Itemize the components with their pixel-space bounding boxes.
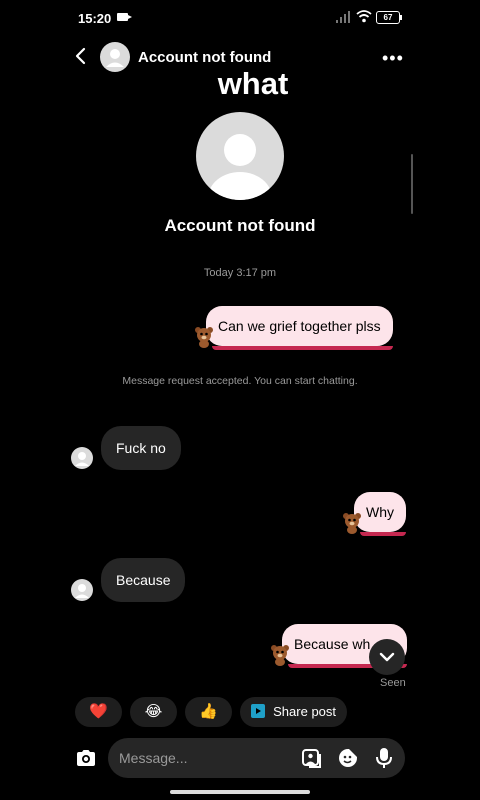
system-message: Message request accepted. You can start … [122,375,358,387]
scroll-to-bottom-button[interactable] [369,639,405,675]
heart-icon: ❤️ [89,703,108,720]
profile-avatar [196,112,284,200]
thumbs-up-icon: 👍 [199,703,218,720]
message-text: Fuck no [116,440,166,456]
message-composer[interactable]: Message... [108,738,405,778]
bear-sticker-icon [195,327,213,348]
laughing-emoji-icon: 😂 [144,703,163,720]
bear-sticker-icon [271,645,289,666]
video-recording-icon [117,13,132,21]
sender-avatar[interactable] [71,579,93,601]
battery-icon: 67 [376,11,402,24]
message-text: Because wh [294,636,371,652]
reaction-thumbs-up-button[interactable]: 👍 [185,697,232,727]
right-letterbox [420,0,480,800]
message-text: Can we grief together plss [218,318,381,334]
wifi-icon [356,10,372,23]
home-indicator[interactable] [170,790,310,794]
incoming-message[interactable]: Fuck no [101,426,181,470]
message-text: Because [116,572,171,588]
camera-icon[interactable] [75,748,97,768]
chevron-down-icon [379,652,395,662]
sender-avatar[interactable] [71,447,93,469]
reaction-heart-button[interactable]: ❤️ [75,697,122,727]
status-bar: 15:20 67 [60,0,420,34]
share-post-button[interactable]: Share post [240,697,347,727]
message-timestamp: Today 3:17 pm [203,267,277,279]
left-letterbox [0,0,60,800]
scrollbar[interactable] [411,154,413,214]
sticker-icon[interactable] [337,747,359,769]
reaction-laugh-button[interactable]: 😂 [130,697,177,727]
profile-name: Account not found [164,216,316,235]
signal-icon [336,11,350,23]
share-post-label: Share post [273,704,337,719]
microphone-icon[interactable] [373,747,395,769]
overlay-caption: what [217,66,289,101]
message-input-placeholder[interactable]: Message... [119,750,187,766]
back-arrow-icon[interactable] [72,46,90,66]
incoming-message[interactable]: Because [101,558,186,602]
seen-label: Seen [380,677,406,689]
header-title[interactable]: Account not found [138,49,271,66]
outgoing-message[interactable]: Can we grief together plss [206,306,393,350]
message-text: Why [366,504,394,520]
bear-sticker-icon [343,513,361,534]
status-time: 15:20 [78,11,112,26]
gallery-icon[interactable] [301,747,323,769]
chat-screen: 15:20 67 Account not found ••• what Acco… [60,0,420,800]
play-icon [250,704,265,718]
